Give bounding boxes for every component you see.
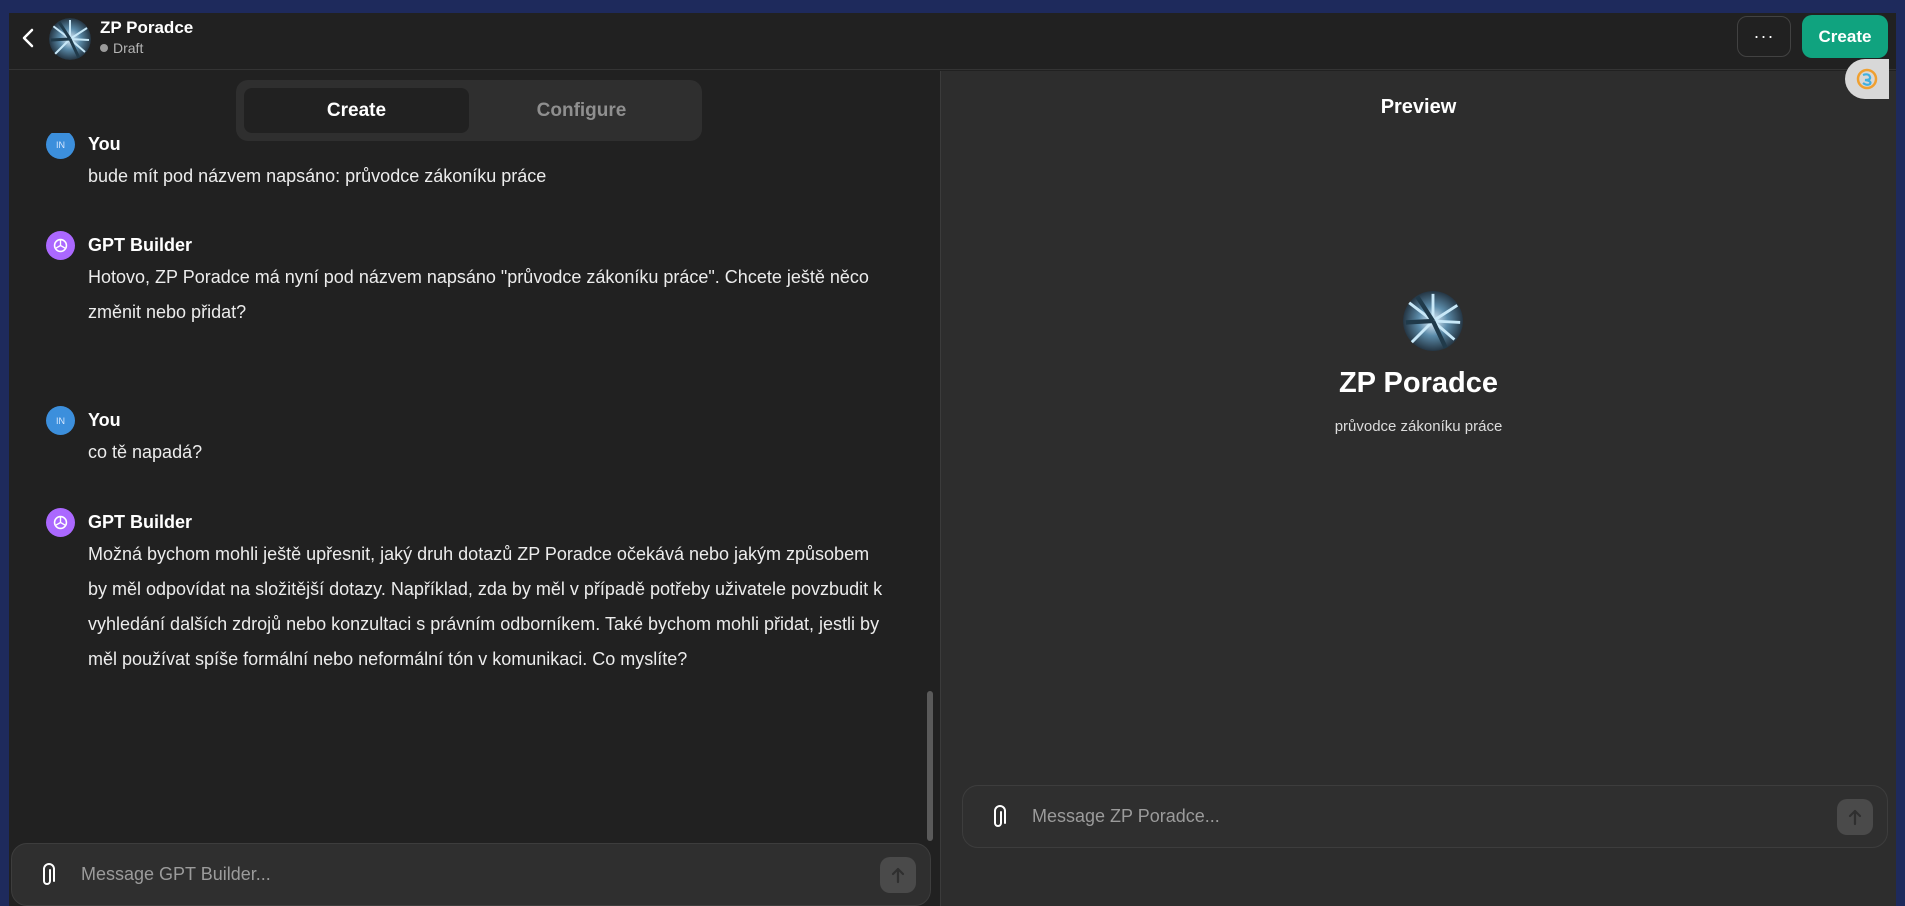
preview-gpt-avatar [1403, 291, 1463, 351]
extension-logo-icon [1856, 68, 1878, 90]
message-text: Hotovo, ZP Poradce má nyní pod názvem na… [88, 267, 869, 322]
preview-pane: Preview ZP Poradce průvodce zákoníku prá… [941, 71, 1896, 906]
gpt-builder-avatar [46, 231, 75, 260]
preview-gpt-description: průvodce zákoníku práce [1334, 418, 1503, 435]
paperclip-icon [43, 862, 55, 885]
gpt-avatar [49, 18, 91, 60]
openai-logo-icon [53, 515, 68, 530]
message-bot: GPT Builder Možná bychom mohli ještě upř… [46, 508, 886, 677]
message-author: You [88, 134, 121, 154]
arrow-up-icon [1848, 809, 1862, 825]
preview-message-box [962, 785, 1888, 848]
user-avatar: IN [46, 406, 75, 435]
gpt-title: ZP Poradce [100, 18, 194, 37]
attach-button[interactable] [985, 802, 1015, 832]
message-author: GPT Builder [88, 512, 193, 532]
preview-gpt-title: ZP Poradce [1338, 367, 1499, 399]
user-avatar: IN [46, 133, 75, 159]
chevron-left-icon [22, 28, 34, 48]
status-dot-icon [100, 44, 108, 52]
back-button[interactable] [13, 23, 43, 53]
preview-heading: Preview [1380, 96, 1457, 118]
mode-tabs: Create Configure [236, 80, 702, 141]
more-options-button[interactable]: ··· [1737, 16, 1791, 57]
message-user: IN You co tě napadá? [46, 406, 886, 470]
message-text: bude mít pod názvem napsáno: průvodce zá… [88, 166, 547, 186]
send-button[interactable] [1837, 798, 1873, 835]
tab-create[interactable]: Create [244, 88, 469, 133]
message-user: IN You bude mít pod názvem napsáno: prův… [46, 133, 886, 194]
message-author: You [88, 410, 121, 430]
message-author: GPT Builder [88, 235, 193, 255]
message-text: co tě napadá? [88, 442, 203, 462]
message-scrollbar[interactable] [927, 691, 933, 841]
attach-button[interactable] [34, 860, 64, 890]
browser-extension-badge[interactable] [1845, 59, 1889, 99]
create-button[interactable]: Create [1802, 15, 1888, 58]
status-label: Draft [113, 40, 144, 56]
paperclip-icon [994, 804, 1006, 827]
arrow-up-icon [891, 867, 905, 883]
builder-message-input[interactable] [81, 864, 880, 885]
draft-status: Draft [100, 40, 143, 56]
top-bar: ZP Poradce Draft ··· Create [9, 13, 1896, 70]
openai-logo-icon [53, 238, 68, 253]
tab-configure[interactable]: Configure [469, 88, 694, 133]
send-button[interactable] [880, 856, 916, 893]
message-bot: GPT Builder Hotovo, ZP Poradce má nyní p… [46, 231, 886, 330]
builder-message-box [11, 843, 931, 906]
preview-message-input[interactable] [1032, 806, 1837, 827]
app-window: ZP Poradce Draft ··· Create Create Confi… [9, 13, 1896, 906]
message-list: IN You bude mít pod názvem napsáno: prův… [9, 133, 940, 813]
gpt-builder-avatar [46, 508, 75, 537]
message-text: Možná bychom mohli ještě upřesnit, jaký … [88, 544, 883, 669]
builder-pane: Create Configure IN You bude mít pod náz… [9, 71, 940, 906]
